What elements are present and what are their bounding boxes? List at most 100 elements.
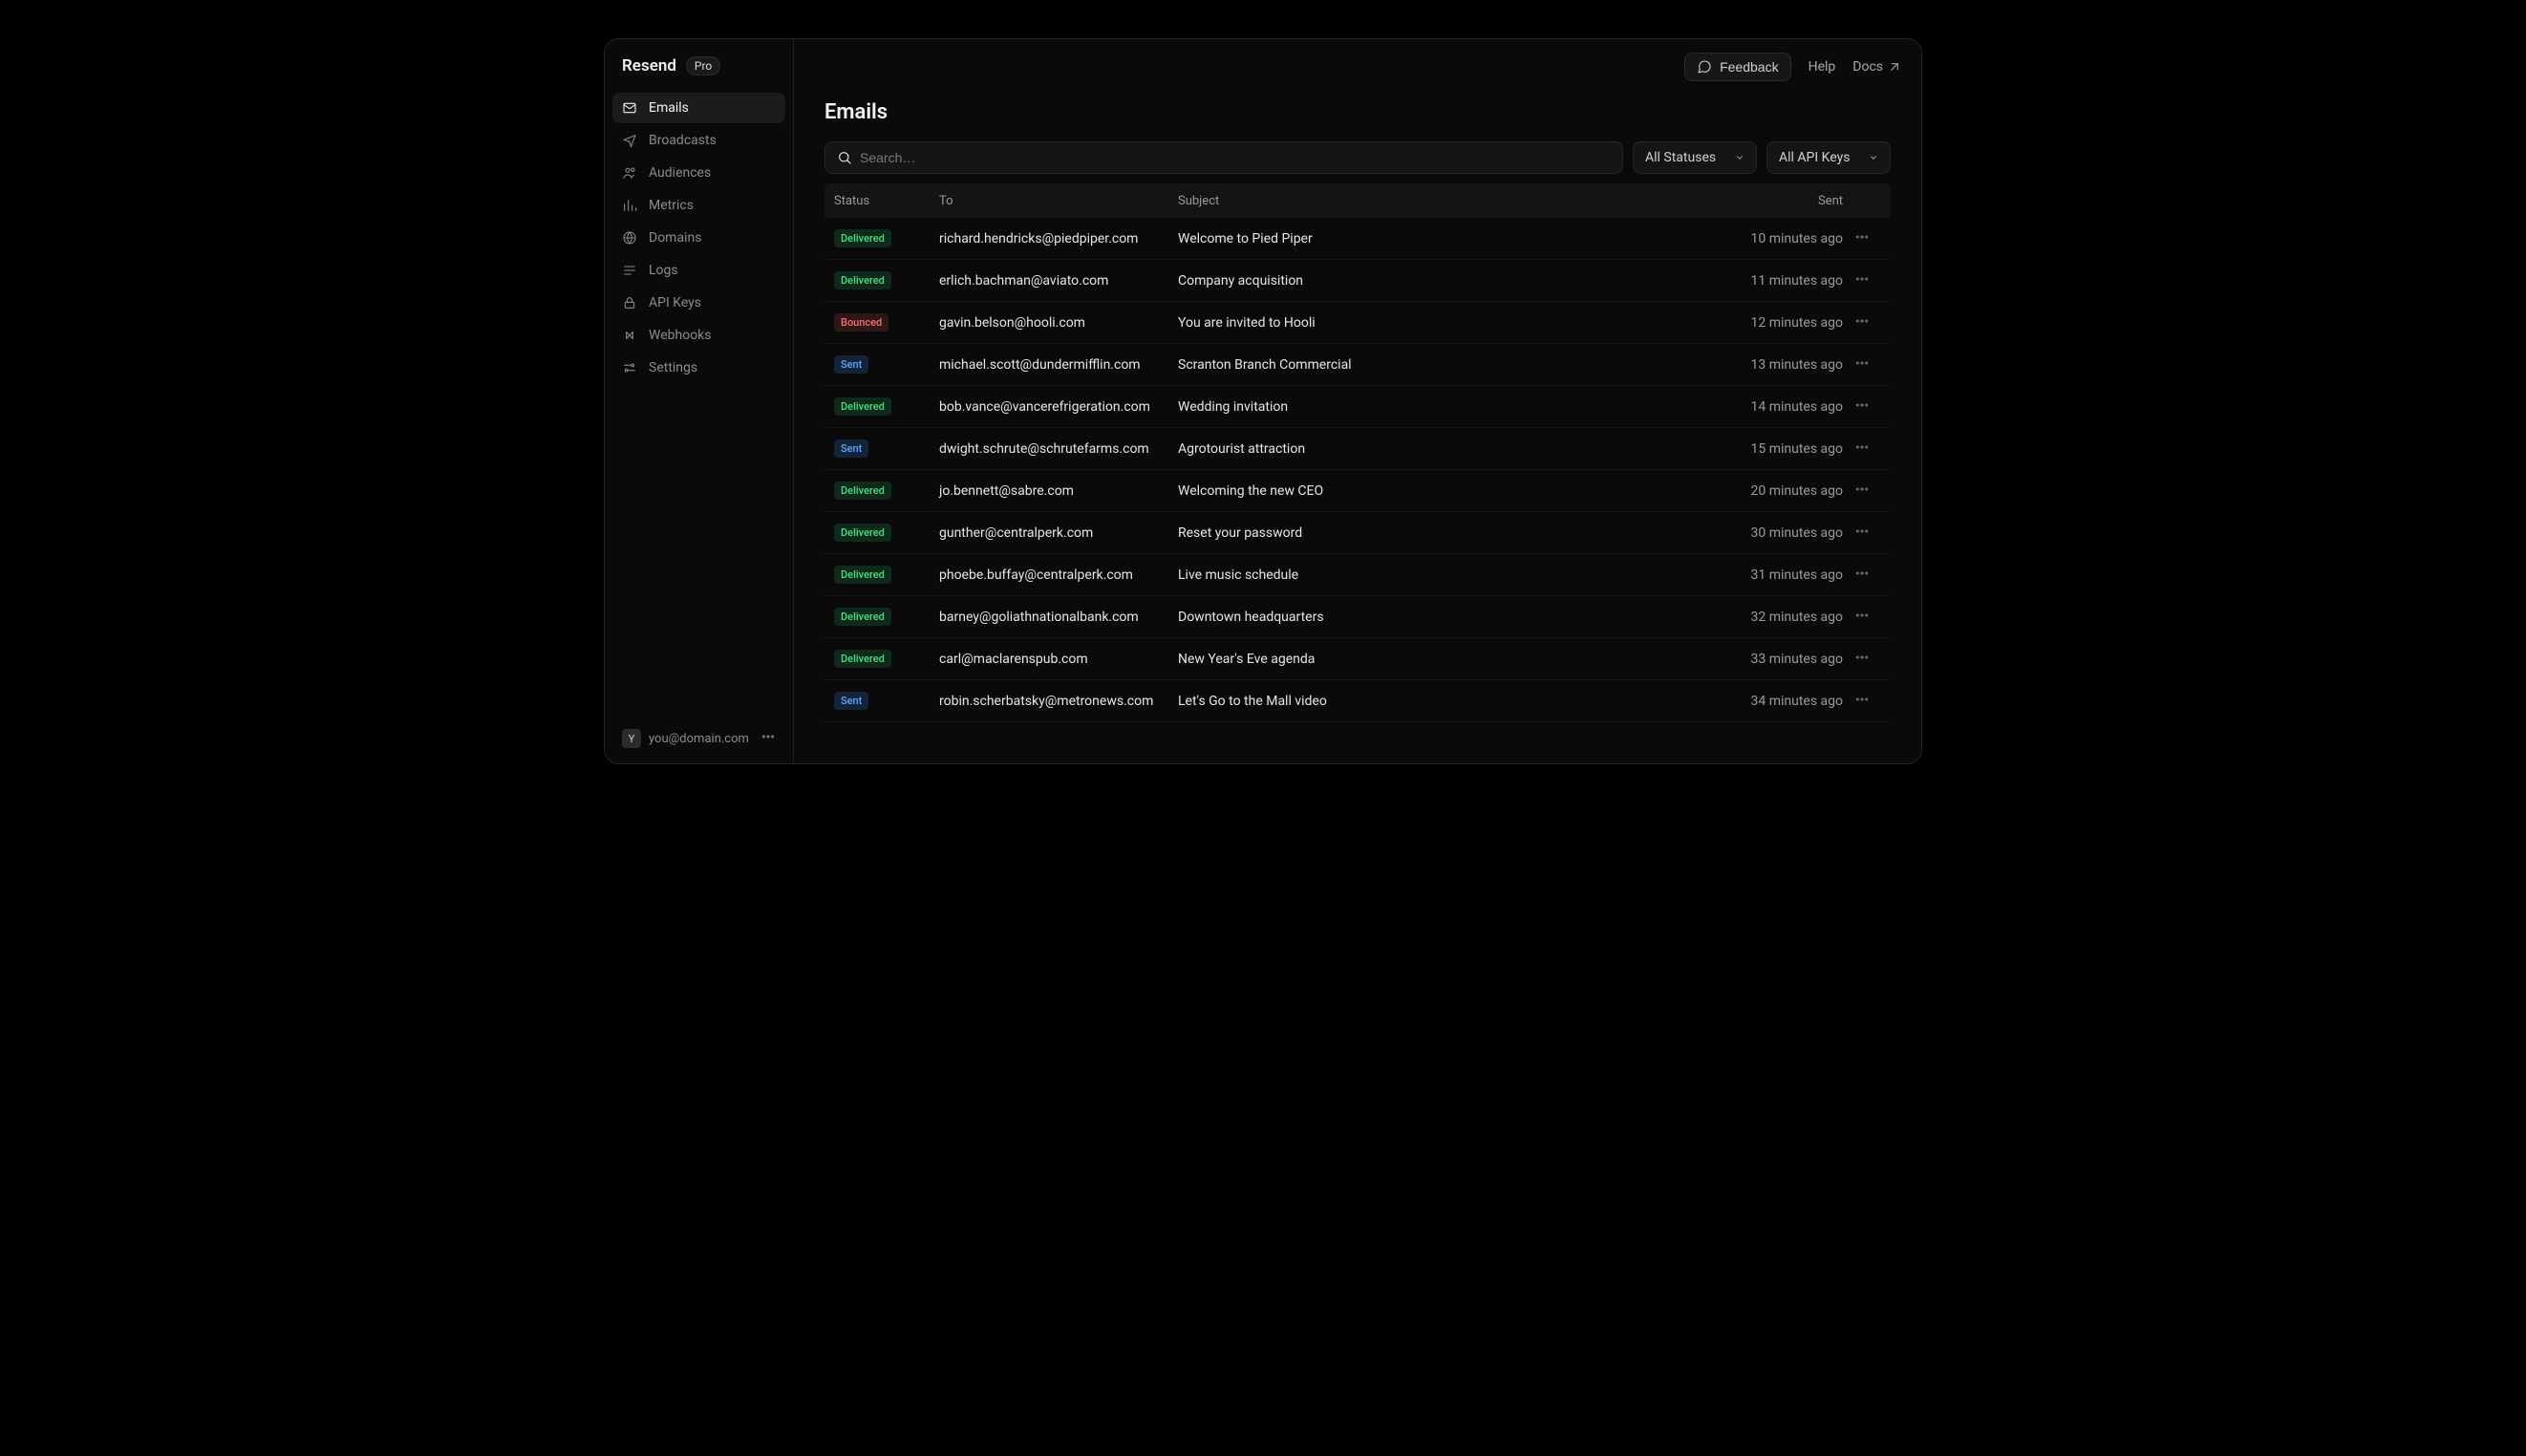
cell-status: Sent <box>834 439 939 458</box>
table-row[interactable]: Sentmichael.scott@dundermifflin.comScran… <box>824 344 1891 386</box>
sidebar-item-audiences[interactable]: Audiences <box>612 158 785 188</box>
cell-to: gavin.belson@hooli.com <box>939 315 1178 331</box>
cell-to: gunther@centralperk.com <box>939 525 1178 541</box>
cell-status: Delivered <box>834 482 939 500</box>
row-actions-button[interactable] <box>1843 355 1881 375</box>
sidebar-item-settings[interactable]: Settings <box>612 353 785 383</box>
row-actions-button[interactable] <box>1843 692 1881 711</box>
th-sent: Sent <box>1700 194 1843 208</box>
table-body: Delivered richard.hendricks@piedpiper.com… <box>824 218 1891 722</box>
cell-sent: 11 minutes ago <box>1700 273 1843 289</box>
cell-status: Sent <box>834 692 939 710</box>
sidebar-item-broadcasts[interactable]: Broadcasts <box>612 125 785 156</box>
status-badge: Sent <box>834 692 868 710</box>
cell-status: Bounced <box>834 313 939 332</box>
table-row[interactable]: Deliveredcarl@maclarenspub.comNew Year's… <box>824 638 1891 680</box>
more-horizontal-icon <box>1854 650 1870 665</box>
cell-subject: New Year's Eve agenda <box>1178 652 1700 667</box>
row-actions-button[interactable] <box>1843 229 1881 248</box>
logs-icon <box>622 263 637 278</box>
table-row[interactable]: Deliveredbarney@goliathnationalbank.comD… <box>824 596 1891 638</box>
status-filter-label: All Statuses <box>1645 150 1716 165</box>
more-horizontal-icon <box>1854 355 1870 371</box>
brand-row: Resend Pro <box>612 56 785 93</box>
cell-sent: 30 minutes ago <box>1700 525 1843 541</box>
table-row[interactable]: Sentdwight.schrute@schrutefarms.comAgrot… <box>824 428 1891 470</box>
cell-status: Delivered <box>834 271 939 289</box>
sidebar-item-api-keys[interactable]: API Keys <box>612 288 785 318</box>
chevron-down-icon <box>1869 153 1878 162</box>
row-actions-button[interactable] <box>1843 397 1881 417</box>
cell-subject: Company acquisition <box>1178 273 1700 289</box>
cell-subject: Welcoming the new CEO <box>1178 483 1700 499</box>
docs-label: Docs <box>1852 59 1883 75</box>
status-badge: Delivered <box>834 524 891 542</box>
status-badge: Sent <box>834 439 868 458</box>
sidebar-nav: Emails Broadcasts Audiences Metrics Domains L… <box>612 93 785 383</box>
avatar[interactable]: Y <box>622 729 641 748</box>
cell-sent: 20 minutes ago <box>1700 483 1843 499</box>
table-row[interactable]: Bouncedgavin.belson@hooli.comYou are inv… <box>824 302 1891 344</box>
th-subject: Subject <box>1178 194 1700 208</box>
row-actions-button[interactable] <box>1843 608 1881 627</box>
more-horizontal-icon <box>1854 692 1870 707</box>
chevron-down-icon <box>1735 153 1745 162</box>
sidebar-item-label: Domains <box>649 230 701 246</box>
apikey-filter[interactable]: All API Keys <box>1766 141 1891 174</box>
more-horizontal-icon <box>1854 608 1870 623</box>
globe-icon <box>622 230 637 246</box>
row-actions-button[interactable] <box>1843 566 1881 585</box>
status-badge: Delivered <box>834 482 891 500</box>
cell-to: richard.hendricks@piedpiper.com <box>939 231 1178 246</box>
filters-row: All Statuses All API Keys <box>824 141 1891 174</box>
table-row[interactable]: Sent robin.scherbatsky@metronews.comLet's… <box>824 680 1891 722</box>
sidebar-item-logs[interactable]: Logs <box>612 255 785 286</box>
sidebar-item-domains[interactable]: Domains <box>612 223 785 253</box>
table-row[interactable]: Deliveredjo.bennett@sabre.comWelcoming t… <box>824 470 1891 512</box>
table-row[interactable]: Deliveredrichard.hendricks@piedpiper.com… <box>824 218 1891 260</box>
row-actions-button[interactable] <box>1843 482 1881 501</box>
sidebar-item-metrics[interactable]: Metrics <box>612 190 785 221</box>
cell-subject: Welcome to Pied Piper <box>1178 231 1700 246</box>
table-row[interactable]: Deliveredbob.vance@vancerefrigeration.co… <box>824 386 1891 428</box>
webhooks-icon <box>622 328 637 343</box>
search-input[interactable] <box>860 150 1611 165</box>
sidebar-footer: Y you@domain.com <box>612 721 785 756</box>
sidebar-item-label: Metrics <box>649 198 694 213</box>
feedback-button[interactable]: Feedback <box>1684 53 1790 81</box>
status-filter[interactable]: All Statuses <box>1633 141 1757 174</box>
help-link[interactable]: Help <box>1809 59 1836 75</box>
app-window: Resend Pro Emails Broadcasts Audiences Metr… <box>604 38 1922 764</box>
table-row[interactable]: Deliveredphoebe.buffay@centralperk.comLi… <box>824 554 1891 596</box>
row-actions-button[interactable] <box>1843 439 1881 459</box>
sidebar-item-label: Logs <box>649 263 678 278</box>
sidebar-item-webhooks[interactable]: Webhooks <box>612 320 785 351</box>
cell-to: robin.scherbatsky@metronews.com <box>939 694 1178 709</box>
table-row[interactable]: Deliverederlich.bachman@aviato.comCompan… <box>824 260 1891 302</box>
row-actions-button[interactable] <box>1843 524 1881 543</box>
sidebar-item-label: Emails <box>649 100 689 116</box>
row-actions-button[interactable] <box>1843 313 1881 332</box>
status-badge: Sent <box>834 355 868 374</box>
cell-sent: 15 minutes ago <box>1700 441 1843 457</box>
user-menu-button[interactable] <box>760 729 776 748</box>
audiences-icon <box>622 165 637 181</box>
feedback-label: Feedback <box>1720 59 1778 75</box>
status-badge: Delivered <box>834 608 891 626</box>
broadcast-icon <box>622 133 637 148</box>
docs-link[interactable]: Docs <box>1852 59 1902 75</box>
cell-subject: Let's Go to the Mall video <box>1178 694 1700 709</box>
table-row[interactable]: Deliveredgunther@centralperk.comReset yo… <box>824 512 1891 554</box>
cell-status: Delivered <box>834 566 939 584</box>
table-header: Status To Subject Sent <box>824 183 1891 218</box>
cell-to: erlich.bachman@aviato.com <box>939 273 1178 289</box>
cell-subject: You are invited to Hooli <box>1178 315 1700 331</box>
sidebar-item-label: Webhooks <box>649 328 712 343</box>
sidebar-item-emails[interactable]: Emails <box>612 93 785 123</box>
lock-icon <box>622 295 637 310</box>
row-actions-button[interactable] <box>1843 650 1881 669</box>
row-actions-button[interactable] <box>1843 271 1881 290</box>
sidebar-item-label: Broadcasts <box>649 133 717 148</box>
mail-icon <box>622 100 637 116</box>
more-horizontal-icon <box>1854 439 1870 455</box>
